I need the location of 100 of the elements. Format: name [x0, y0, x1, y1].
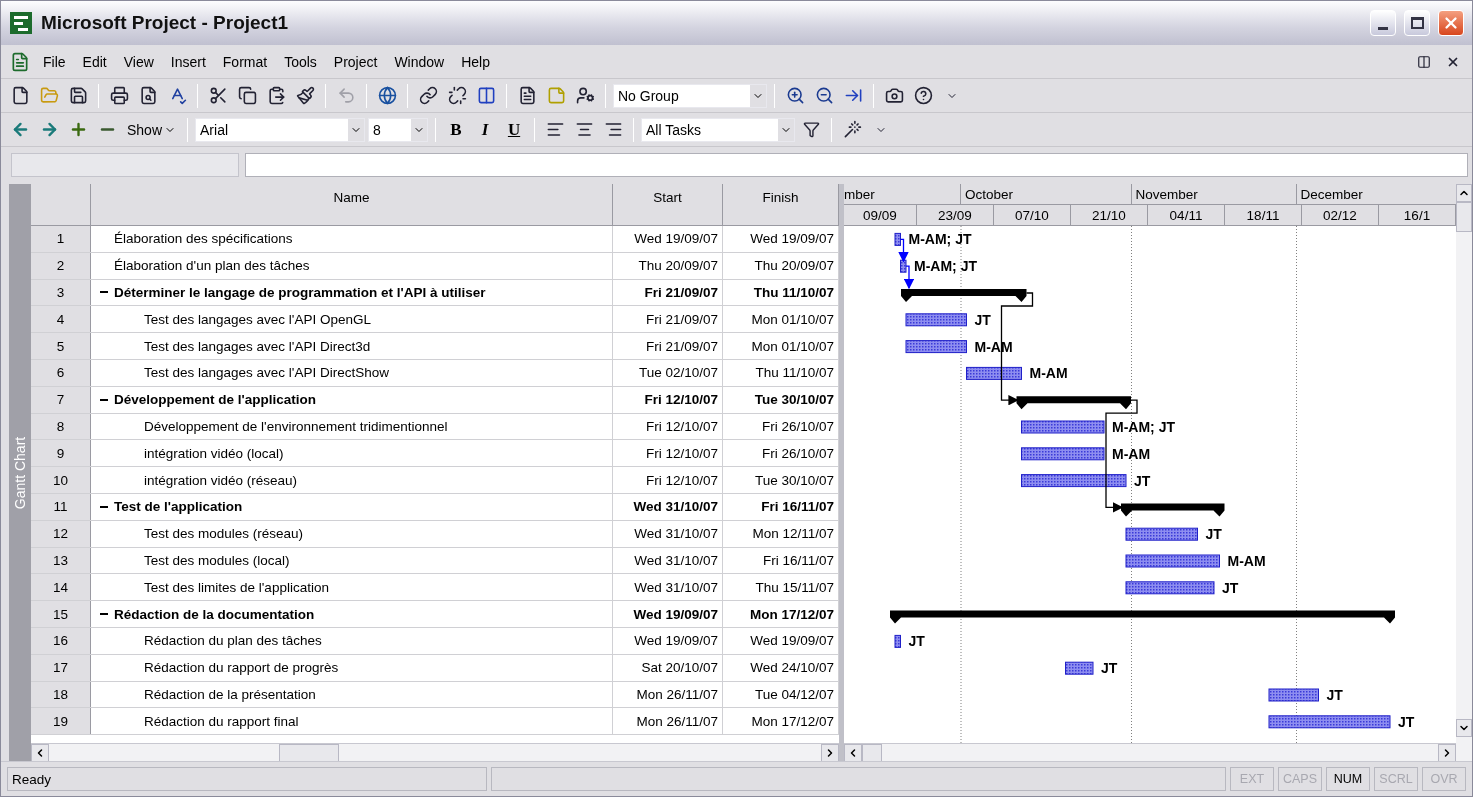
task-name: Test des modules (local) [144, 552, 290, 568]
italic-button[interactable]: I [472, 116, 499, 143]
start-date: Fri 21/09/07 [613, 279, 723, 306]
scroll-up-icon[interactable] [1456, 184, 1472, 202]
task-bar[interactable] [1021, 447, 1105, 461]
row-number[interactable]: 16 [31, 627, 91, 654]
start-date: Wed 19/09/07 [613, 226, 723, 252]
menu-item[interactable]: Help [454, 51, 497, 72]
horizontal-scrollbar[interactable] [844, 743, 1456, 761]
task-name: intégration vidéo (réseau) [144, 472, 298, 488]
task-name: Rédaction du plan des tâches [144, 633, 322, 649]
row-number[interactable]: 2 [31, 252, 91, 279]
row-number[interactable]: 7 [31, 386, 91, 413]
start-date: Wed 19/09/07 [613, 601, 723, 627]
week-label: 21/10 [1071, 205, 1148, 225]
status-indicator: OVR [1422, 767, 1466, 791]
scroll-left-icon[interactable] [844, 744, 862, 762]
week-label: 02/12 [1302, 205, 1379, 225]
menu-item[interactable]: Window [387, 51, 452, 72]
status-indicator: SCRL [1374, 767, 1418, 791]
month-label: mber [844, 184, 961, 205]
task-name: Développement de l'application [114, 392, 316, 408]
task-name: Test des langages avec l'API DirectShow [144, 365, 389, 381]
row-number[interactable]: 9 [31, 440, 91, 467]
resource-label: M-AM; JT [914, 258, 977, 275]
task-name: Rédaction de la documentation [114, 606, 315, 622]
week-label: 18/11 [1225, 205, 1302, 225]
task-bar[interactable] [1268, 715, 1391, 729]
resource-label: JT [1326, 687, 1343, 703]
scroll-thumb[interactable] [279, 744, 339, 762]
column-header[interactable]: Start [613, 184, 723, 225]
task-bar[interactable] [1021, 474, 1127, 488]
start-date: Fri 21/09/07 [613, 333, 723, 359]
scroll-down-icon[interactable] [1456, 719, 1472, 737]
menu-item[interactable]: View [116, 51, 161, 72]
row-number[interactable]: 8 [31, 413, 91, 440]
task-name: Rédaction de la présentation [144, 686, 316, 702]
vertical-scrollbar[interactable] [1456, 184, 1472, 761]
row-number[interactable]: 6 [31, 360, 91, 386]
start-date: Sat 20/10/07 [613, 654, 723, 681]
task-name: Déterminer le langage de programmation et l'API à utiliser [114, 285, 486, 300]
row-number[interactable]: 15 [31, 601, 91, 627]
row-number[interactable]: 5 [31, 333, 91, 359]
menu-item[interactable]: Project [326, 51, 385, 72]
task-bar[interactable] [905, 313, 967, 327]
task-bar[interactable] [894, 634, 901, 648]
row-number[interactable]: 4 [31, 306, 91, 333]
task-bar[interactable] [905, 340, 967, 354]
row-number[interactable]: 19 [31, 708, 91, 735]
start-date: Mon 26/11/07 [613, 681, 723, 708]
start-date: Wed 31/10/07 [613, 547, 723, 574]
close-button[interactable] [1438, 10, 1464, 36]
start-date: Wed 31/10/07 [613, 493, 723, 520]
scroll-thumb[interactable] [862, 744, 882, 762]
scroll-right-icon[interactable] [1438, 744, 1456, 762]
task-bar[interactable] [900, 259, 907, 273]
resource-label: M-AM [1029, 365, 1068, 382]
row-number[interactable]: 13 [31, 547, 91, 574]
scroll-right-icon[interactable] [821, 744, 839, 762]
scroll-thumb[interactable] [1456, 202, 1472, 232]
row-number[interactable]: 18 [31, 681, 91, 708]
row-number[interactable]: 14 [31, 574, 91, 601]
task-bar[interactable] [894, 232, 901, 246]
filter-dropdown[interactable]: All Tasks [641, 117, 796, 142]
task-bar[interactable] [1125, 581, 1215, 595]
menu-item[interactable]: Edit [75, 51, 114, 72]
start-date: Fri 12/10/07 [613, 440, 723, 467]
row-number[interactable]: 17 [31, 654, 91, 681]
group-dropdown[interactable]: No Group [613, 83, 767, 108]
minimize-button[interactable] [1370, 10, 1396, 36]
week-label: 23/09 [917, 205, 994, 225]
menu-item[interactable]: Tools [277, 51, 324, 72]
underline-button[interactable]: U [501, 116, 528, 143]
task-name: intégration vidéo (local) [144, 445, 284, 461]
status-indicator: NUM [1326, 767, 1370, 791]
start-date: Fri 12/10/07 [613, 386, 723, 413]
row-number[interactable]: 12 [31, 520, 91, 547]
menu-item[interactable]: File [36, 51, 73, 72]
task-bar[interactable] [966, 366, 1022, 380]
maximize-button[interactable] [1404, 10, 1430, 36]
font-size-dropdown[interactable]: 8 [368, 117, 429, 142]
task-bar[interactable] [1125, 527, 1198, 541]
resource-label: JT [1222, 579, 1239, 596]
entry-field[interactable] [245, 152, 1468, 177]
menu-item[interactable]: Format [215, 51, 275, 72]
scroll-left-icon[interactable] [31, 744, 49, 762]
bold-button[interactable]: B [443, 116, 470, 143]
view-label: Gantt Chart [12, 436, 28, 509]
menu-item[interactable]: Insert [163, 51, 213, 72]
font-dropdown[interactable]: Arial [195, 117, 366, 142]
row-number[interactable]: 1 [31, 226, 91, 252]
show-button[interactable]: Show [123, 121, 181, 138]
horizontal-scrollbar[interactable] [31, 743, 839, 761]
resource-label: JT [1205, 526, 1222, 543]
task-bar[interactable] [1065, 661, 1094, 675]
row-number[interactable]: 10 [31, 467, 91, 493]
row-number[interactable]: 3 [31, 279, 91, 306]
task-name: Élaboration d'un plan des tâches [114, 258, 310, 274]
column-header[interactable]: Name [91, 184, 613, 225]
row-number[interactable]: 11 [31, 493, 91, 520]
